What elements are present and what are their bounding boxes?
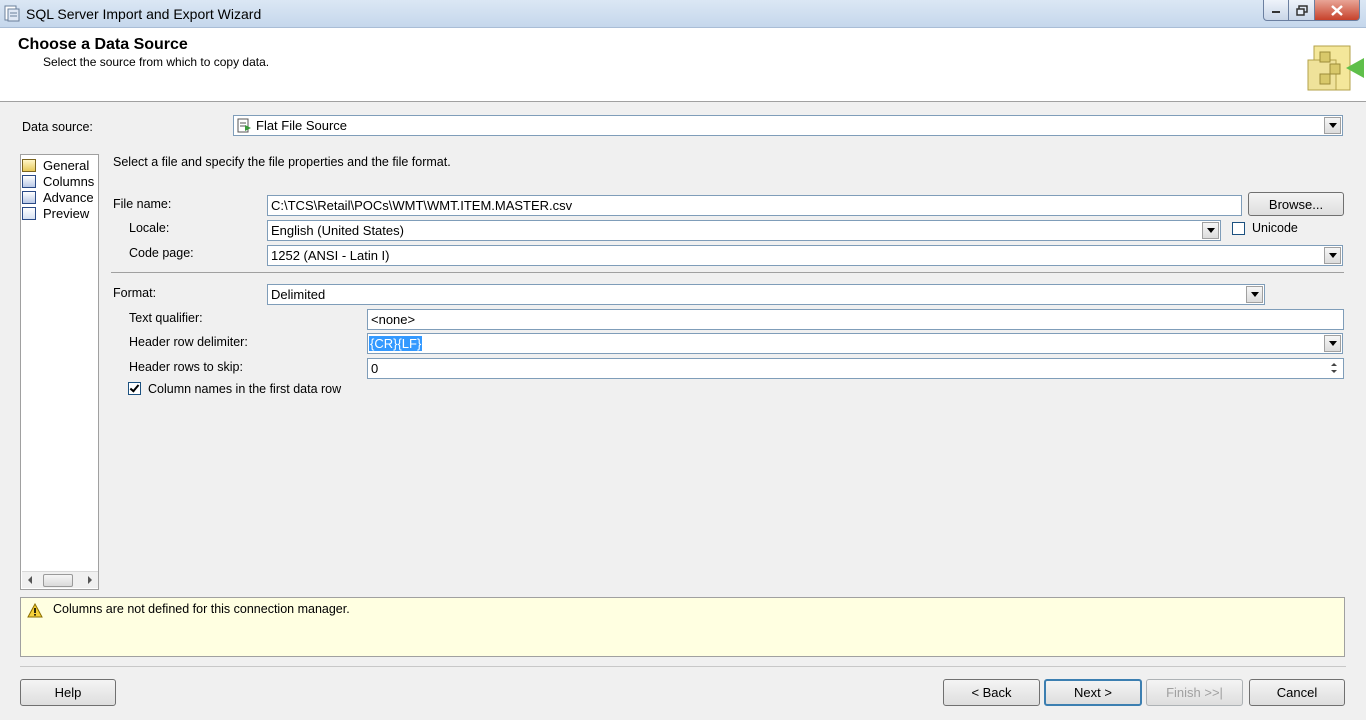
column-names-checkbox[interactable] [128,382,141,395]
window-controls [1263,0,1360,22]
locale-dropdown[interactable]: English (United States) [267,220,1221,241]
column-names-label: Column names in the first data row [148,382,342,396]
flat-file-source-icon [237,118,251,133]
spin-buttons[interactable] [1327,360,1342,377]
spin-up-icon[interactable] [1331,363,1337,366]
file-name-input[interactable]: C:\TCS\Retail\POCs\WMT\WMT.ITEM.MASTER.c… [267,195,1242,216]
header-row-delimiter-dropdown[interactable]: {CR}{LF} [367,333,1343,354]
nav-item-preview[interactable]: Preview [22,205,89,221]
format-value: Delimited [271,287,326,302]
page-navigation-list: General Columns Advance Preview [20,154,99,590]
restore-button[interactable] [1289,0,1315,21]
nav-horizontal-scrollbar[interactable] [22,571,98,588]
header-row-delimiter-label: Header row delimiter: [129,335,248,349]
spin-down-icon[interactable] [1331,370,1337,373]
chevron-down-icon[interactable] [1324,117,1341,134]
text-qualifier-input[interactable]: <none> [367,309,1344,330]
minimize-button[interactable] [1263,0,1289,21]
footer-divider [20,666,1346,667]
window-title: SQL Server Import and Export Wizard [26,6,262,22]
page-subtitle: Select the source from which to copy dat… [43,55,270,69]
data-source-value: Flat File Source [256,118,348,133]
help-button[interactable]: Help [20,679,116,706]
finish-button[interactable]: Finish >>| [1146,679,1243,706]
wizard-header: Choose a Data Source Select the source f… [0,28,1366,102]
close-button[interactable] [1315,0,1360,21]
file-name-label: File name: [113,197,172,211]
page-title: Choose a Data Source [18,36,188,53]
code-page-value: 1252 (ANSI - Latin I) [271,248,390,263]
chevron-down-icon[interactable] [1324,335,1341,352]
close-icon [1331,4,1343,16]
chevron-down-icon[interactable] [1246,286,1263,303]
nav-item-columns[interactable]: Columns [22,173,94,189]
code-page-label: Code page: [129,246,194,260]
data-source-dropdown[interactable]: Flat File Source [233,115,1343,136]
nav-item-advanced[interactable]: Advance [22,189,94,205]
checkmark-icon [129,382,140,393]
data-source-label: Data source: [22,120,93,134]
cancel-button[interactable]: Cancel [1249,679,1345,706]
format-dropdown[interactable]: Delimited [267,284,1265,305]
header-rows-skip-stepper[interactable]: 0 [367,358,1344,379]
locale-label: Locale: [129,221,170,235]
general-page-icon [22,158,36,172]
code-page-dropdown[interactable]: 1252 (ANSI - Latin I) [267,245,1343,266]
header-rows-skip-label: Header rows to skip: [129,360,243,374]
text-qualifier-label: Text qualifier: [129,311,203,325]
restore-icon [1295,4,1308,16]
back-button[interactable]: < Back [943,679,1040,706]
header-rows-skip-value: 0 [371,361,379,376]
format-label: Format: [113,286,157,300]
warning-icon [27,603,43,618]
scroll-thumb[interactable] [43,574,73,587]
data-source-wizard-icon [1307,45,1364,91]
advanced-page-icon [22,190,36,204]
warning-message-box: Columns are not defined for this connect… [20,597,1345,657]
scroll-left-icon[interactable] [28,576,32,584]
minimize-icon [1272,11,1280,13]
next-button[interactable]: Next > [1044,679,1142,706]
wizard-app-icon [4,5,20,22]
unicode-label: Unicode [1252,221,1298,235]
warning-text: Columns are not defined for this connect… [53,602,350,616]
chevron-down-icon[interactable] [1324,247,1341,264]
section-divider [111,272,1344,273]
instruction-text: Select a file and specify the file prope… [113,155,451,169]
chevron-down-icon[interactable] [1202,222,1219,239]
locale-value: English (United States) [271,223,404,238]
preview-page-icon [22,206,36,220]
unicode-checkbox[interactable] [1232,222,1245,235]
nav-item-general[interactable]: General [22,157,89,173]
columns-page-icon [22,174,36,188]
scroll-right-icon[interactable] [88,576,92,584]
header-row-delimiter-value: {CR}{LF} [369,336,423,351]
title-bar: SQL Server Import and Export Wizard [0,0,1366,28]
browse-button[interactable]: Browse... [1248,192,1344,216]
